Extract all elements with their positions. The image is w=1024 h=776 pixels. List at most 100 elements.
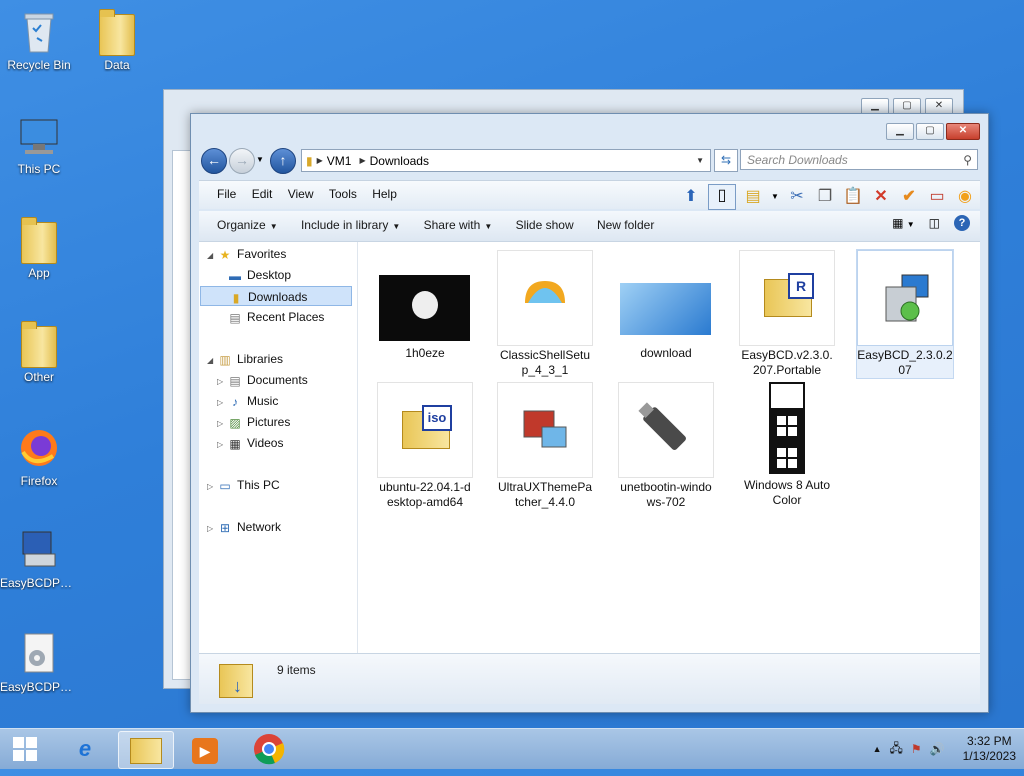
explorer-window[interactable]: ▁ ▢ ✕ ← → ▼ ↑ ▮ ▶ VM1 ▶ Downloads ▼ ⇆ Se… <box>190 113 989 713</box>
expanded-arrow-icon[interactable]: ◢ <box>207 246 217 266</box>
nav-desktop[interactable]: ▬ Desktop <box>227 265 291 285</box>
collapsed-arrow-icon[interactable]: ▷ <box>207 519 217 539</box>
up-button[interactable]: ↑ <box>270 148 296 174</box>
desktop-icon-data[interactable]: Data <box>78 8 156 72</box>
action-center-icon[interactable]: ⚑ <box>911 742 922 756</box>
menu-edit[interactable]: Edit <box>246 181 279 208</box>
breadcrumb-vm1[interactable]: VM1 <box>323 154 360 168</box>
desktop-icon-easybcd-portable-2[interactable]: EasyBCDPor... <box>0 630 78 694</box>
back-button[interactable]: ← <box>201 148 227 174</box>
nav-libraries[interactable]: ◢ ▥ Libraries <box>207 349 283 369</box>
refresh-button[interactable]: ⇆ <box>714 149 738 172</box>
forward-button[interactable]: → <box>229 148 255 174</box>
paste-icon[interactable]: 📋 <box>842 186 864 208</box>
file-item-easybcd-portable[interactable]: R EasyBCD.v2.3.0.207.Portable <box>739 250 835 378</box>
include-in-library-button[interactable]: Include in library ▼ <box>291 211 410 241</box>
chevron-down-icon[interactable]: ▼ <box>770 186 780 208</box>
volume-icon[interactable]: 🔊 <box>930 742 945 756</box>
nav-this-pc[interactable]: ▷ ▭ This PC <box>207 475 280 495</box>
expanded-arrow-icon[interactable]: ◢ <box>207 351 217 371</box>
show-hidden-icons-icon[interactable]: ▲ <box>873 744 882 754</box>
file-item-windows8-auto-color[interactable]: Windows 8 Auto Color <box>739 382 835 508</box>
close-button[interactable]: ✕ <box>946 123 980 140</box>
new-folder-button[interactable]: New folder <box>587 211 664 240</box>
nav-music[interactable]: ▷ ♪ Music <box>217 391 278 411</box>
start-button[interactable] <box>0 731 50 767</box>
view-options-icon[interactable]: ▦ ▼ <box>892 216 915 230</box>
desktop-icon-easybcd-portable[interactable]: EasyBCDPor... <box>0 526 78 590</box>
collapsed-arrow-icon[interactable]: ▷ <box>207 477 217 497</box>
menu-view[interactable]: View <box>282 181 320 208</box>
menu-tools[interactable]: Tools <box>323 181 363 208</box>
delete-icon[interactable]: ✕ <box>870 186 892 208</box>
nav-videos[interactable]: ▷ ▦ Videos <box>217 433 283 453</box>
file-explorer-taskbar-button[interactable] <box>118 731 174 769</box>
address-dropdown-icon[interactable]: ▼ <box>696 156 704 165</box>
collapsed-arrow-icon[interactable]: ▷ <box>217 414 227 434</box>
nav-pictures[interactable]: ▷ ▨ Pictures <box>217 412 290 432</box>
slide-show-button[interactable]: Slide show <box>506 211 584 240</box>
file-item-ultrauxthemepatcher[interactable]: UltraUXThemePatcher_4.4.0 <box>497 382 593 510</box>
nav-recent-places[interactable]: ▤ Recent Places <box>227 307 324 327</box>
internet-explorer-icon[interactable]: e <box>58 731 112 767</box>
collapsed-arrow-icon[interactable]: ▷ <box>217 393 227 413</box>
file-item-1h0eze[interactable]: 1h0eze <box>377 250 473 361</box>
menu-help[interactable]: Help <box>366 181 403 208</box>
collapsed-arrow-icon[interactable]: ▷ <box>217 372 227 392</box>
folder-icon <box>130 738 162 764</box>
status-bar: ↓ 9 items <box>199 653 980 704</box>
libraries-icon: ▥ <box>219 352 231 367</box>
network-tray-icon[interactable]: 🖧 <box>890 739 903 760</box>
pictures-icon: ▨ <box>229 415 241 430</box>
minimize-button[interactable]: ▁ <box>886 123 914 140</box>
file-item-easybcd-setup[interactable]: EasyBCD_2.3.0.207 <box>856 249 954 379</box>
clock[interactable]: 3:32 PM 1/13/2023 <box>963 734 1016 764</box>
search-icon[interactable]: ⚲ <box>963 150 972 171</box>
nav-downloads[interactable]: ▮ Downloads <box>200 286 352 306</box>
folder-icon <box>15 216 63 264</box>
properties-icon[interactable]: ▭ <box>926 186 948 208</box>
file-item-ubuntu-iso[interactable]: iso ubuntu-22.04.1-desktop-amd64 <box>377 382 473 510</box>
file-name: UltraUXThemePatcher_4.4.0 <box>497 480 593 509</box>
menu-file[interactable]: File <box>211 181 242 208</box>
classic-shell-icon[interactable]: ◉ <box>954 186 976 208</box>
desktop-icon-label: Other <box>23 370 54 384</box>
nav-documents[interactable]: ▷ ▤ Documents <box>217 370 308 390</box>
address-bar[interactable]: ▮ ▶ VM1 ▶ Downloads ▼ <box>301 149 711 172</box>
file-thumbnail <box>497 382 593 478</box>
up-folder-icon[interactable]: ⬆ <box>680 186 702 208</box>
file-item-unetbootin[interactable]: unetbootin-windows-702 <box>618 382 714 510</box>
nav-label: This PC <box>237 478 280 492</box>
file-item-classicshellsetup[interactable]: ClassicShellSetup_4_3_1 <box>497 250 593 378</box>
collapsed-arrow-icon[interactable]: ▷ <box>217 435 227 455</box>
nav-network[interactable]: ▷ ⊞ Network <box>207 517 281 537</box>
desktop-icon-app[interactable]: App <box>0 216 78 280</box>
folder-options-icon[interactable]: ▤ <box>742 186 764 208</box>
breadcrumb-downloads[interactable]: Downloads <box>366 154 437 168</box>
downloads-folder-icon: ▮ <box>232 290 240 305</box>
preview-pane-icon[interactable]: ◫ <box>929 216 940 230</box>
maximize-button[interactable]: ▢ <box>916 123 944 140</box>
desktop-icon-label: This PC <box>17 162 61 176</box>
image-thumbnail-icon <box>379 275 470 341</box>
help-icon[interactable]: ? <box>954 215 970 231</box>
file-item-download[interactable]: download <box>618 250 714 361</box>
desktop-icon-firefox[interactable]: Firefox <box>0 424 78 488</box>
media-player-icon[interactable]: ▶ <box>178 731 232 767</box>
nav-favorites[interactable]: ◢ ★ Favorites <box>207 244 286 264</box>
patcher-icon <box>523 410 567 448</box>
desktop-icon-label: EasyBCDPor... <box>0 576 78 590</box>
copy-icon[interactable]: ❐ <box>814 186 836 208</box>
recent-pages-dropdown-icon[interactable]: ▼ <box>256 155 264 164</box>
desktop-icon-other[interactable]: Other <box>0 320 78 384</box>
search-input[interactable]: Search Downloads ⚲ <box>740 149 978 170</box>
undo-icon[interactable]: ✔ <box>898 186 920 208</box>
chrome-icon[interactable] <box>242 731 296 767</box>
desktop-icon-recycle-bin[interactable]: Recycle Bin <box>0 8 78 72</box>
menu-bar: File Edit View Tools Help ⬆ ▯ ▤ ▼ ✂ ❐ 📋 … <box>199 180 980 210</box>
pane-toggle-icon[interactable]: ▯ <box>708 184 736 210</box>
desktop-icon-this-pc[interactable]: This PC <box>0 112 78 176</box>
organize-button[interactable]: Organize ▼ <box>207 211 288 241</box>
cut-icon[interactable]: ✂ <box>786 186 808 208</box>
share-with-button[interactable]: Share with ▼ <box>414 211 503 241</box>
